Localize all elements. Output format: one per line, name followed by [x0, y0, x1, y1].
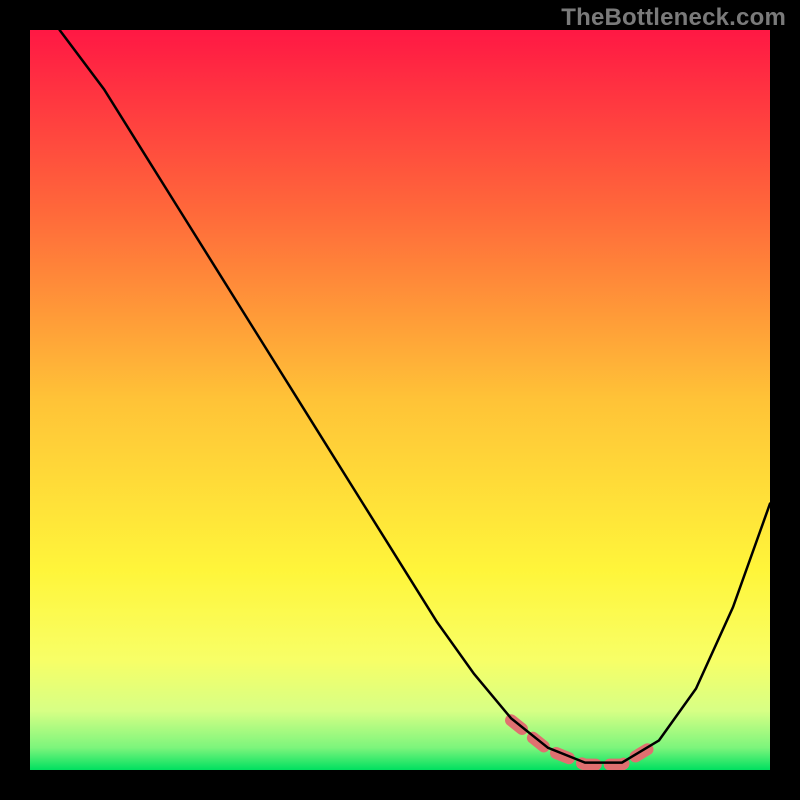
watermark-label: TheBottleneck.com	[561, 4, 786, 32]
plot-area	[30, 30, 770, 770]
chart-svg	[30, 30, 770, 770]
chart-frame: TheBottleneck.com	[0, 0, 800, 800]
gradient-background	[30, 30, 770, 770]
